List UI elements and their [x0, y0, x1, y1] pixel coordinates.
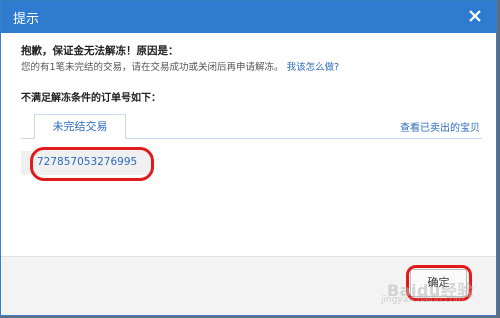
red-annotation-circle — [30, 147, 154, 181]
dialog-title: 提示 — [13, 12, 40, 27]
view-sold-items-link[interactable]: 查看已卖出的宝贝 — [400, 119, 480, 134]
reason-line: 您的有1笔未完结的交易，请在交易成功或关闭后再申请解冻。 我该怎么做? — [21, 59, 339, 73]
help-link[interactable]: 我该怎么做? — [287, 62, 340, 73]
watermark-url: jingyan.baidu.com — [381, 295, 465, 305]
tab-unfinished-trades[interactable]: 未完结交易 — [34, 114, 126, 139]
reason-text: 您的有1笔未完结的交易，请在交易成功或关闭后再申请解冻。 — [21, 62, 284, 73]
error-heading: 抱歉，保证金无法解冻！原因是： — [21, 45, 179, 57]
orders-heading: 不满足解冻条件的订单号如下： — [21, 93, 161, 104]
dialog: 提示 抱歉，保证金无法解冻！原因是： 您的有1笔未完结的交易，请在交易成功或关闭… — [0, 0, 497, 316]
close-icon[interactable] — [466, 7, 484, 25]
dialog-titlebar: 提示 — [1, 1, 496, 33]
